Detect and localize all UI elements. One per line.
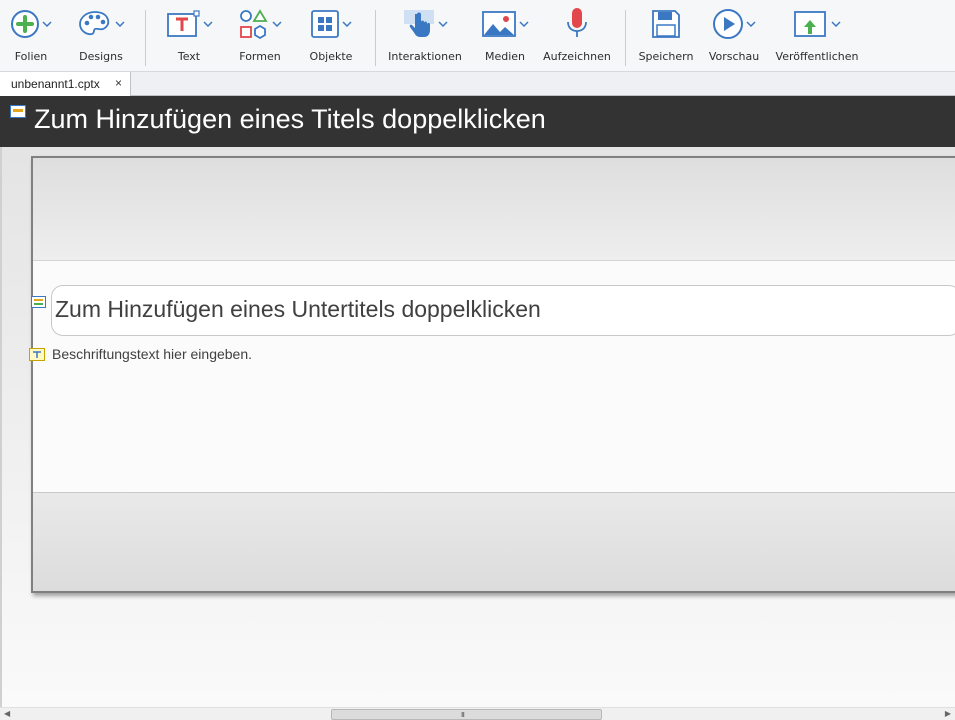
chevron-down-icon [519,21,529,27]
scroll-left-arrow-icon[interactable]: ◀ [4,709,10,718]
aufzeichnen-label: Aufzeichnen [543,50,611,63]
slide-header-band [33,158,955,261]
plus-circle-icon [11,10,39,38]
caption-text[interactable]: Beschriftungstext hier eingeben. [52,346,252,362]
horizontal-scrollbar[interactable]: ◀ III ▶ [0,707,955,720]
palette-icon [79,11,110,36]
scrollbar-thumb[interactable]: III [331,709,602,720]
formen-label: Formen [239,50,281,63]
toolbar-separator [625,10,626,66]
slide-title-bar[interactable]: Zum Hinzufügen eines Titels doppelklicke… [0,96,955,147]
chevron-down-icon [342,21,352,27]
document-tab[interactable]: unbenannt1.cptx × [0,72,131,96]
slide-subtitle[interactable]: Zum Hinzufügen eines Untertitels doppelk… [55,296,541,323]
slide[interactable] [31,156,955,593]
scroll-right-arrow-icon[interactable]: ▶ [945,709,951,718]
image-icon [482,11,516,37]
folien-label: Folien [14,50,48,63]
grid-objects-icon [311,10,339,38]
chevron-down-icon [42,21,52,27]
interaktionen-label: Interaktionen [388,50,462,63]
canvas-left-edge [0,147,2,707]
slide-title[interactable]: Zum Hinzufügen eines Titels doppelklicke… [34,104,546,135]
text-box-icon [167,10,200,37]
vorschau-button[interactable]: Vorschau [709,6,759,68]
speichern-button[interactable]: Speichern [639,6,693,68]
aufzeichnen-button[interactable]: Aufzeichnen [543,6,611,68]
formen-button[interactable]: Formen [236,6,284,68]
document-tab-label: unbenannt1.cptx [11,77,100,91]
chevron-down-icon [115,21,125,27]
veroeffentlichen-label: Veröffentlichen [775,50,859,63]
text-label: Text [177,50,201,63]
toolbar-separator [375,10,376,66]
subtitle-placeholder-icon [31,296,46,308]
text-button[interactable]: Text [163,6,215,68]
caption-placeholder-icon [29,348,45,361]
shapes-icon [240,9,268,40]
chevron-down-icon [831,21,841,27]
speichern-label: Speichern [638,50,694,63]
publish-icon [794,11,826,37]
designs-label: Designs [79,50,123,63]
vorschau-label: Vorschau [708,50,760,63]
chevron-down-icon [272,21,282,27]
medien-button[interactable]: Medien [480,6,530,68]
veroeffentlichen-button[interactable]: Veröffentlichen [776,6,858,68]
medien-label: Medien [484,50,526,63]
main-toolbar: Folien Designs Text Formen Objekte Inter… [0,0,955,72]
close-tab-icon[interactable]: × [115,76,122,90]
microphone-icon [567,8,587,37]
folien-button[interactable]: Folien [8,6,54,68]
chevron-down-icon [746,21,756,27]
floppy-disk-icon [652,10,680,38]
document-tabstrip: unbenannt1.cptx × [0,72,955,96]
chevron-down-icon [438,21,448,27]
objekte-button[interactable]: Objekte [306,6,356,68]
hand-pointer-icon [404,10,434,37]
toolbar-separator [145,10,146,66]
interaktionen-button[interactable]: Interaktionen [388,6,462,68]
objekte-label: Objekte [309,50,353,63]
chevron-down-icon [203,21,213,27]
designs-button[interactable]: Designs [76,6,126,68]
slide-footer-band [33,492,955,591]
play-circle-icon [713,9,743,39]
title-placeholder-icon [10,105,26,118]
subtitle-placeholder[interactable]: Zum Hinzufügen eines Untertitels doppelk… [51,285,955,336]
scrollbar-grip: III [461,712,465,719]
